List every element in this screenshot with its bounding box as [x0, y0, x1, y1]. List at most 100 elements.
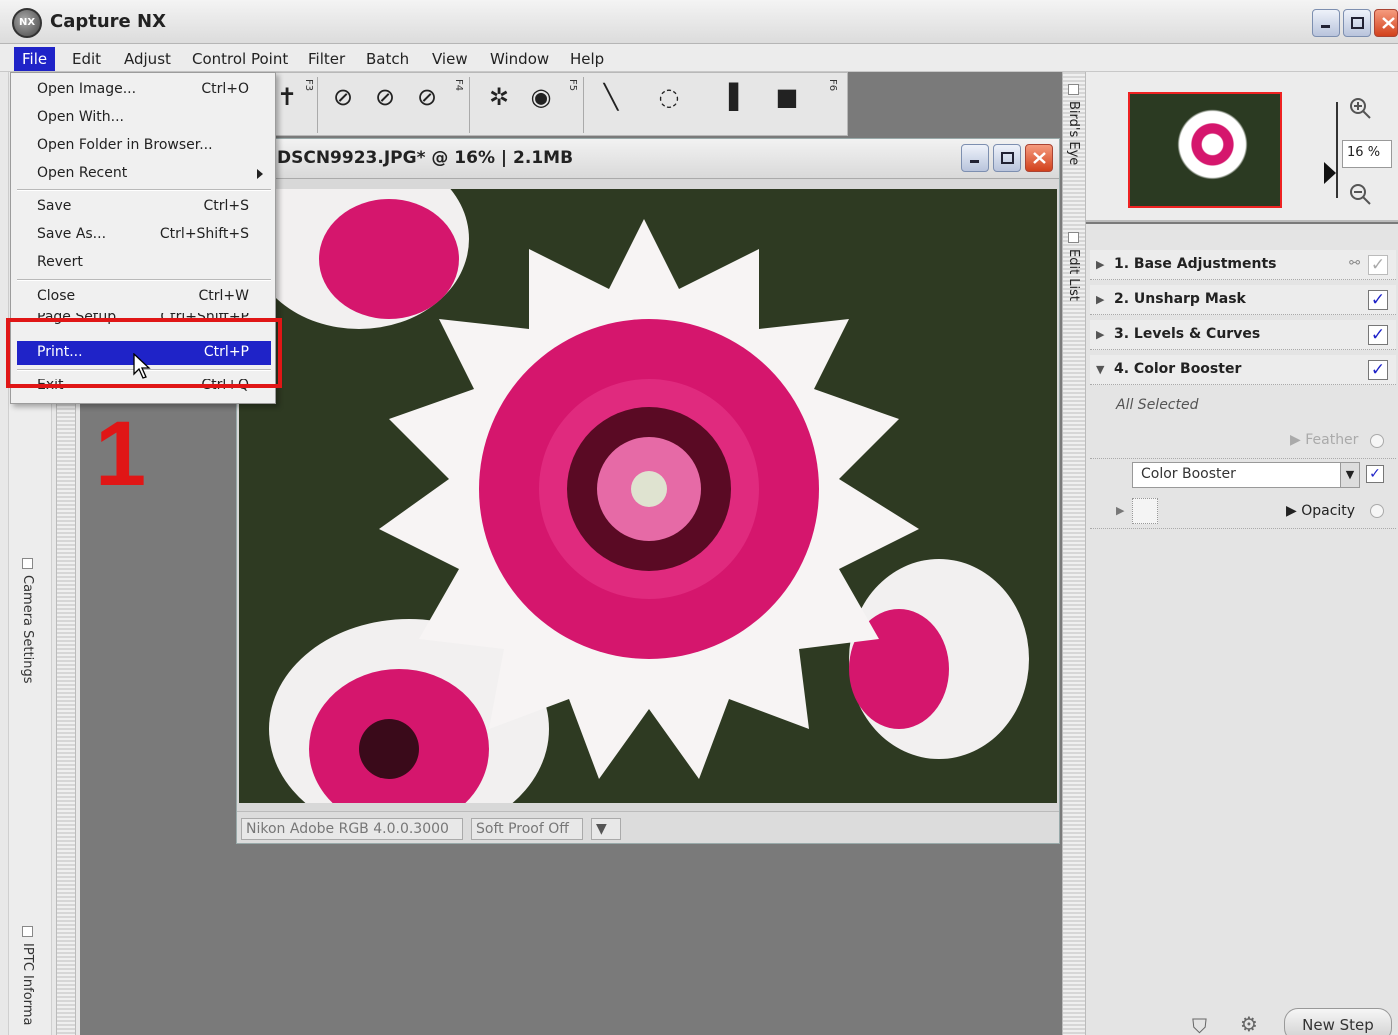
tab-iptc-information[interactable]: IPTC Informa [20, 926, 35, 1025]
tab-toggle-icon [1067, 84, 1079, 95]
document-status-bar: Nikon Adobe RGB 4.0.0.3000 Soft Proof Of… [237, 811, 1059, 843]
feather-control[interactable]: ▶ Feather [1290, 432, 1358, 448]
minimize-button[interactable] [1312, 9, 1340, 37]
mouse-cursor-icon [133, 353, 151, 379]
color-profile-field[interactable]: Nikon Adobe RGB 4.0.0.3000 [241, 818, 463, 840]
soft-proof-dropdown-icon[interactable]: ▼ [591, 818, 621, 840]
step-color-booster[interactable]: ▼ 4. Color Booster ✓ [1090, 355, 1396, 385]
chevron-down-icon[interactable]: ▼ [1340, 462, 1360, 488]
step-annotation: 1 [95, 403, 147, 505]
selection-brush-icon[interactable]: ╲ [595, 81, 627, 113]
menu-revert[interactable]: Revert [17, 251, 271, 275]
app-logo-icon: NX [12, 8, 42, 38]
opacity-radio[interactable] [1370, 504, 1384, 518]
collapse-arrow-icon[interactable]: ▼ [1096, 363, 1104, 376]
menu-window[interactable]: Window [482, 47, 557, 71]
expand-arrow-icon[interactable]: ▶ [1096, 293, 1104, 306]
menu-open-recent[interactable]: Open Recent [17, 162, 271, 186]
link-icon[interactable]: ⚯ [1349, 256, 1360, 271]
edit-list-panel: ▶ 1. Base Adjustments ⚯ ✓ ▶ 2. Unsharp M… [1086, 224, 1398, 1035]
app-title: Capture NX [50, 11, 166, 32]
document-window: DSCN9923.JPG* @ 16% | 2.1MB Nikon Adobe … [236, 138, 1060, 844]
step-enable-checkbox[interactable]: ✓ [1368, 290, 1388, 310]
toolbar-separator [469, 77, 483, 133]
gear-icon[interactable]: ⚙ [1240, 1012, 1258, 1035]
toolbar-group-label: F6 [827, 79, 838, 92]
zoom-out-icon[interactable] [1348, 182, 1372, 206]
step-unsharp-mask[interactable]: ▶ 2. Unsharp Mask ✓ [1090, 285, 1396, 315]
expand-arrow-icon[interactable]: ▶ [1116, 504, 1124, 517]
opacity-control[interactable]: ▶ Opacity [1286, 503, 1355, 519]
menu-file[interactable]: File [14, 47, 56, 71]
layer-mask-icon[interactable] [1132, 498, 1158, 524]
expand-arrow-icon[interactable]: ▶ [1096, 328, 1104, 341]
tab-edit-list[interactable]: Edit List [1066, 232, 1081, 301]
tab-toggle-icon [21, 926, 33, 937]
soft-proof-field[interactable]: Soft Proof Off [471, 818, 583, 840]
zoom-slider-pointer-icon[interactable] [1324, 162, 1336, 184]
zoom-slider-track[interactable] [1336, 102, 1338, 198]
tab-toggle-icon [1067, 232, 1079, 243]
document-title: DSCN9923.JPG* @ 16% | 2.1MB [277, 148, 574, 168]
navigator-thumbnail[interactable] [1128, 92, 1282, 208]
menu-open-image[interactable]: Open Image... Ctrl+O [17, 78, 271, 102]
filter-enable-checkbox[interactable]: ✓ [1366, 465, 1384, 483]
map-icon[interactable]: ⛉ [1192, 1014, 1207, 1035]
submenu-arrow-icon [257, 169, 263, 179]
black-point-tool-icon[interactable]: ⊘ [327, 81, 359, 113]
doc-minimize-button[interactable] [961, 144, 989, 172]
menu-edit[interactable]: Edit [64, 47, 109, 71]
doc-close-button[interactable] [1025, 144, 1053, 172]
tab-camera-settings[interactable]: Camera Settings [20, 558, 35, 683]
maximize-button[interactable] [1343, 9, 1371, 37]
toolbar-group-label: F5 [567, 79, 578, 92]
new-step-button[interactable]: New Step [1284, 1008, 1392, 1035]
menu-open-folder-in-browser[interactable]: Open Folder in Browser... [17, 134, 271, 158]
step-enable-checkbox[interactable]: ✓ [1368, 255, 1388, 275]
zoom-in-icon[interactable] [1348, 96, 1372, 120]
divider [1090, 458, 1396, 459]
menu-save-as[interactable]: Save As... Ctrl+Shift+S [17, 223, 271, 247]
document-title-bar: DSCN9923.JPG* @ 16% | 2.1MB [237, 139, 1059, 179]
fill-tool-icon[interactable]: ■ [771, 81, 803, 113]
menu-control-point[interactable]: Control Point [184, 47, 296, 71]
menu-help[interactable]: Help [562, 47, 612, 71]
gradient-tool-icon[interactable]: ▐ [713, 81, 745, 113]
tab-toggle-icon [21, 558, 33, 569]
white-point-tool-icon[interactable]: ⊘ [369, 81, 401, 113]
close-icon [1382, 17, 1395, 29]
red-eye-tool-icon[interactable]: ✲ [483, 81, 515, 113]
toolbar-group-label: F4 [453, 79, 464, 92]
photo-canvas[interactable] [239, 189, 1057, 803]
menu-close[interactable]: Close Ctrl+W [17, 285, 271, 309]
menu-open-with[interactable]: Open With... [17, 106, 271, 130]
toolbar-group-label: F3 [303, 79, 314, 92]
lasso-tool-icon[interactable]: ◌ [653, 81, 685, 113]
menu-view[interactable]: View [424, 47, 476, 71]
minimize-icon [970, 160, 979, 163]
doc-maximize-button[interactable] [993, 144, 1021, 172]
title-bar: NX Capture NX [0, 0, 1398, 44]
zoom-level-input[interactable]: 16 % [1342, 140, 1392, 168]
menu-adjust[interactable]: Adjust [116, 47, 179, 71]
filter-select[interactable]: Color Booster [1132, 462, 1342, 488]
maximize-icon [1001, 152, 1014, 164]
close-button[interactable] [1374, 9, 1398, 37]
menu-save[interactable]: Save Ctrl+S [17, 195, 271, 219]
step-levels-curves[interactable]: ▶ 3. Levels & Curves ✓ [1090, 320, 1396, 350]
menu-separator [17, 189, 271, 191]
birds-eye-panel: 16 % [1086, 72, 1398, 222]
feather-radio[interactable] [1370, 434, 1384, 448]
step-enable-checkbox[interactable]: ✓ [1368, 325, 1388, 345]
color-point-tool-icon[interactable]: ⊘ [411, 81, 443, 113]
auto-retouch-tool-icon[interactable]: ◉ [525, 81, 557, 113]
tab-birds-eye[interactable]: Bird's Eye [1066, 84, 1081, 165]
menu-batch[interactable]: Batch [358, 47, 417, 71]
menu-filter[interactable]: Filter [300, 47, 353, 71]
expand-arrow-icon[interactable]: ▶ [1096, 258, 1104, 271]
minimize-icon [1321, 25, 1330, 28]
step-base-adjustments[interactable]: ▶ 1. Base Adjustments ⚯ ✓ [1090, 250, 1396, 280]
menu-bar: File Edit Adjust Control Point Filter Ba… [0, 44, 1398, 72]
step-enable-checkbox[interactable]: ✓ [1368, 360, 1388, 380]
right-splitter[interactable] [1062, 72, 1086, 1035]
